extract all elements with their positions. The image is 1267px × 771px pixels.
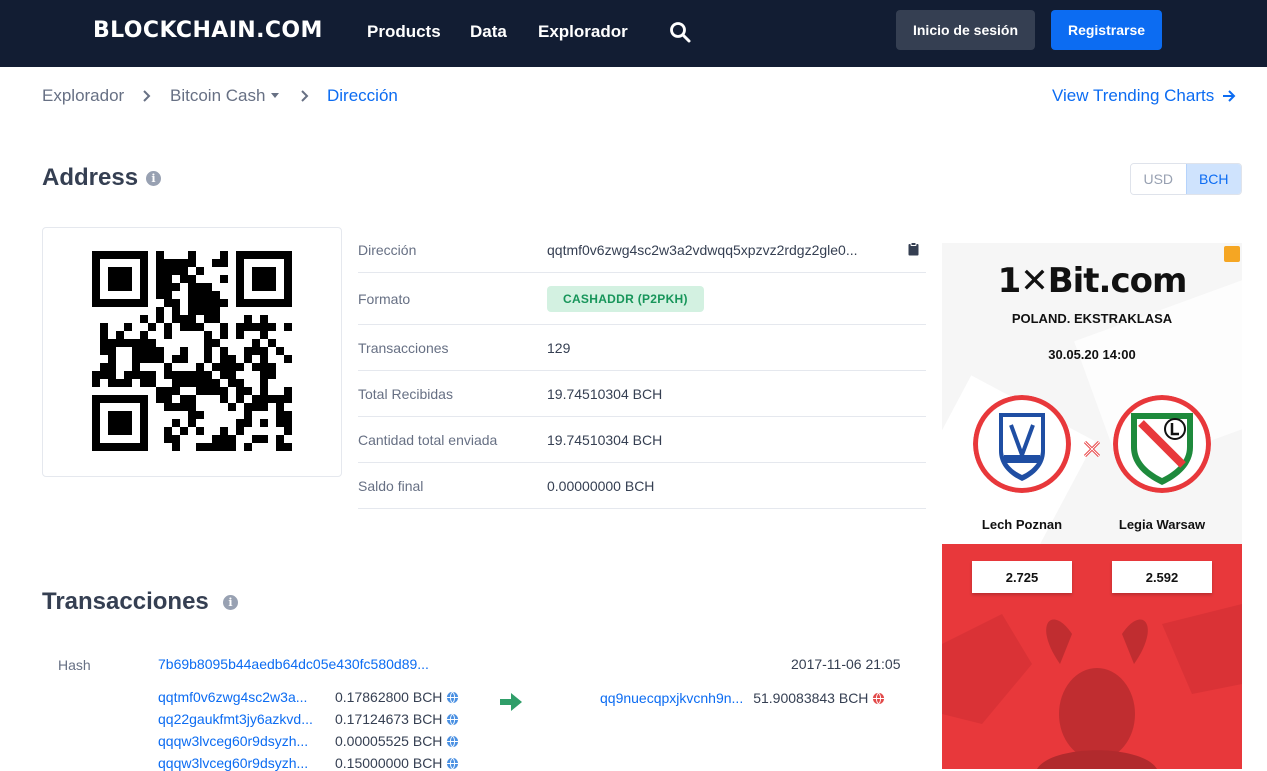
detail-row-transactions: Transacciones 129 (358, 325, 926, 371)
nav-data[interactable]: Data (470, 22, 507, 42)
copy-icon[interactable] (908, 242, 919, 256)
globe-icon[interactable] (872, 692, 885, 705)
team-away-name: Legia Warsaw (1118, 517, 1206, 532)
team-home-name: Lech Poznan (981, 517, 1063, 532)
tx-output-row: qq9nuecqpxjkvcnh9n... 51.90083843 BCH (600, 690, 885, 706)
output-address-link[interactable]: qq9nuecqpxjkvcnh9n... (600, 690, 743, 706)
ad-league: POLAND. EKSTRAKLASA (1011, 311, 1173, 326)
globe-icon[interactable] (446, 713, 459, 726)
view-trending-charts-link[interactable]: View Trending Charts (1052, 86, 1236, 106)
tx-input-row: qqtmf0v6zwg4sc2w3a... 0.17862800 BCH (158, 689, 459, 705)
transaction-hash-link[interactable]: 7b69b8095b44aedb64dc05e430fc580d89... (158, 656, 429, 672)
final-balance-value: 0.00000000 BCH (547, 477, 655, 494)
detail-row-sent: Cantidad total enviada 19.74510304 BCH (358, 417, 926, 463)
currency-bch-button[interactable]: BCH (1185, 164, 1241, 194)
info-icon[interactable]: i (223, 595, 238, 610)
globe-icon[interactable] (446, 735, 459, 748)
globe-icon[interactable] (446, 757, 459, 770)
detail-label: Dirección (358, 241, 417, 258)
odds-away-button[interactable]: 2.592 (1112, 561, 1212, 593)
input-address-link[interactable]: qqqw3lvceg60r9dsyzh... (158, 733, 335, 749)
address-details-table: Dirección qqtmf0v6zwg4sc2w3a2vdwqq5xpzvz… (358, 227, 926, 509)
output-amount: 51.90083843 BCH (753, 690, 869, 706)
detail-label: Formato (358, 290, 411, 307)
nav-explorer[interactable]: Explorador (538, 22, 628, 42)
top-nav: BLOCKCHAIN.COM Products Data Explorador … (0, 0, 1267, 67)
currency-toggle: USD BCH (1130, 163, 1242, 195)
detail-row-format: Formato CASHADDR (P2PKH) (358, 273, 926, 325)
info-icon[interactable]: i (146, 171, 161, 186)
qr-code-card (42, 227, 342, 477)
globe-icon[interactable] (446, 691, 459, 704)
detail-row-address: Dirección qqtmf0v6zwg4sc2w3a2vdwqq5xpzvz… (358, 227, 926, 273)
detail-row-balance: Saldo final 0.00000000 BCH (358, 463, 926, 509)
signup-button[interactable]: Registrarse (1051, 10, 1162, 50)
input-amount: 0.17862800 BCH (335, 689, 443, 705)
transactions-heading: Transacciones (42, 588, 209, 615)
detail-label: Cantidad total enviada (358, 431, 498, 448)
chevron-right-icon (143, 90, 151, 102)
breadcrumb-bitcoin-cash[interactable]: Bitcoin Cash (170, 86, 265, 106)
chevron-right-icon (301, 90, 309, 102)
lech-poznan-logo (973, 395, 1071, 493)
detail-label: Saldo final (358, 477, 424, 494)
address-heading: Address (42, 164, 139, 191)
search-icon[interactable] (668, 20, 692, 44)
caret-down-icon[interactable] (271, 93, 279, 98)
address-value[interactable]: qqtmf0v6zwg4sc2w3a2vdwqq5xpzvz2rdgz2gle0… (547, 242, 858, 258)
input-address-link[interactable]: qq22gaukfmt3jy6azkvd... (158, 711, 335, 727)
currency-usd-button[interactable]: USD (1131, 164, 1186, 194)
legia-warsaw-logo (1113, 395, 1211, 493)
nav-products[interactable]: Products (367, 22, 441, 42)
ad-badge-icon[interactable] (1224, 246, 1240, 262)
ad-brand: 1✕Bit.com (997, 261, 1188, 301)
input-amount: 0.00005525 BCH (335, 733, 443, 749)
player-silhouette-image (942, 604, 1242, 769)
detail-label: Total Recibidas (358, 385, 453, 402)
detail-label: Transacciones (358, 339, 449, 356)
trending-label: View Trending Charts (1052, 86, 1215, 105)
input-amount: 0.17124673 BCH (335, 711, 443, 727)
hash-label: Hash (58, 657, 91, 673)
total-received-value: 19.74510304 BCH (547, 385, 663, 402)
input-address-link[interactable]: qqtmf0v6zwg4sc2w3a... (158, 689, 335, 705)
blockchain-logo[interactable]: BLOCKCHAIN.COM (93, 18, 323, 43)
detail-row-received: Total Recibidas 19.74510304 BCH (358, 371, 926, 417)
qr-code-image (92, 251, 292, 451)
ad-banner[interactable]: 1✕Bit.com POLAND. EKSTRAKLASA 30.05.20 1… (942, 243, 1242, 769)
format-badge: CASHADDR (P2PKH) (547, 285, 704, 312)
breadcrumb-address[interactable]: Dirección (327, 86, 398, 106)
arrow-right-icon (1223, 90, 1236, 102)
breadcrumb-explorer[interactable]: Explorador (42, 86, 124, 106)
ad-datetime: 30.05.20 14:00 (1048, 347, 1136, 362)
tx-input-row: qqqw3lvceg60r9dsyzh... 0.00005525 BCH (158, 733, 459, 749)
total-sent-value: 19.74510304 BCH (547, 431, 663, 448)
transaction-timestamp: 2017-11-06 21:05 (791, 656, 901, 672)
versus-icon (1083, 440, 1101, 458)
arrow-right-icon (500, 693, 522, 711)
transactions-count: 129 (547, 339, 571, 356)
login-button[interactable]: Inicio de sesión (896, 10, 1035, 50)
tx-input-row: qq22gaukfmt3jy6azkvd... 0.17124673 BCH (158, 711, 459, 727)
odds-home-button[interactable]: 2.725 (972, 561, 1072, 593)
